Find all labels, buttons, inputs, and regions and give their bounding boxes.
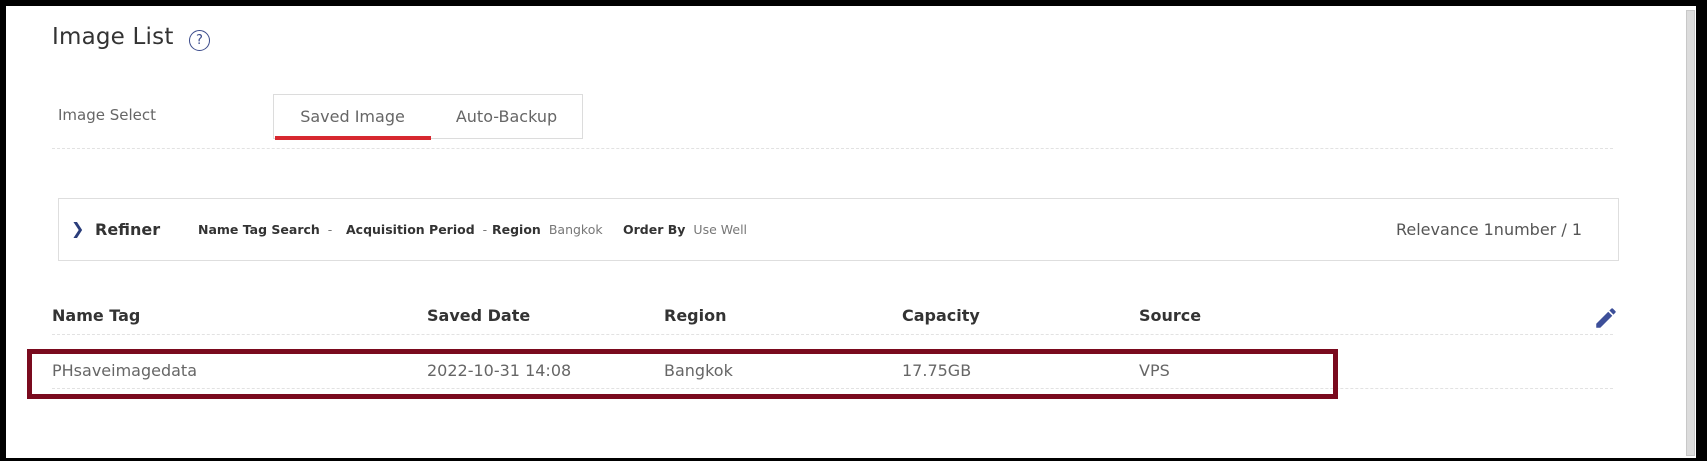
page-frame: Image List ? Image Select Saved Image Au… (6, 6, 1676, 458)
scrollbar[interactable] (1676, 6, 1696, 458)
filter-value: Use Well (693, 222, 748, 237)
divider (52, 148, 1613, 149)
filter-label: Acquisition Period (346, 222, 475, 237)
filter-name-tag-search: Name Tag Search - (198, 222, 332, 237)
column-header-region: Region (664, 306, 727, 325)
chevron-right-icon[interactable]: ❯ (71, 219, 84, 238)
tab-saved-image[interactable]: Saved Image (274, 95, 431, 140)
column-header-source: Source (1139, 306, 1202, 325)
pencil-icon[interactable] (1593, 305, 1619, 331)
scrollbar-track[interactable] (1686, 10, 1695, 456)
column-header-capacity: Capacity (902, 306, 980, 325)
filter-label: Region (492, 222, 541, 237)
help-icon[interactable]: ? (189, 30, 210, 51)
refiner-label[interactable]: Refiner (95, 220, 160, 239)
tab-auto-backup[interactable]: Auto-Backup (431, 95, 582, 138)
image-select-label: Image Select (58, 106, 157, 124)
filter-order-by: Order By Use Well (623, 222, 747, 237)
image-select-tabs: Saved Image Auto-Backup (273, 94, 583, 140)
filter-value: - (327, 222, 333, 237)
column-header-saved-date: Saved Date (427, 306, 531, 325)
page-title: Image List (52, 24, 174, 50)
column-header-name-tag: Name Tag (52, 306, 141, 325)
filter-region: Region Bangkok (492, 222, 603, 237)
filter-acquisition-period: Acquisition Period - (346, 222, 487, 237)
filter-label: Name Tag Search (198, 222, 320, 237)
header-divider (52, 334, 1613, 335)
relevance-count: Relevance 1number / 1 (1395, 220, 1582, 239)
filter-value: Bangkok (548, 222, 603, 237)
refiner-panel: ❯ Refiner Name Tag Search - Acquisition P… (58, 198, 1619, 261)
filter-value: - (482, 222, 488, 237)
row-highlight-box (27, 349, 1338, 399)
filter-label: Order By (623, 222, 686, 237)
